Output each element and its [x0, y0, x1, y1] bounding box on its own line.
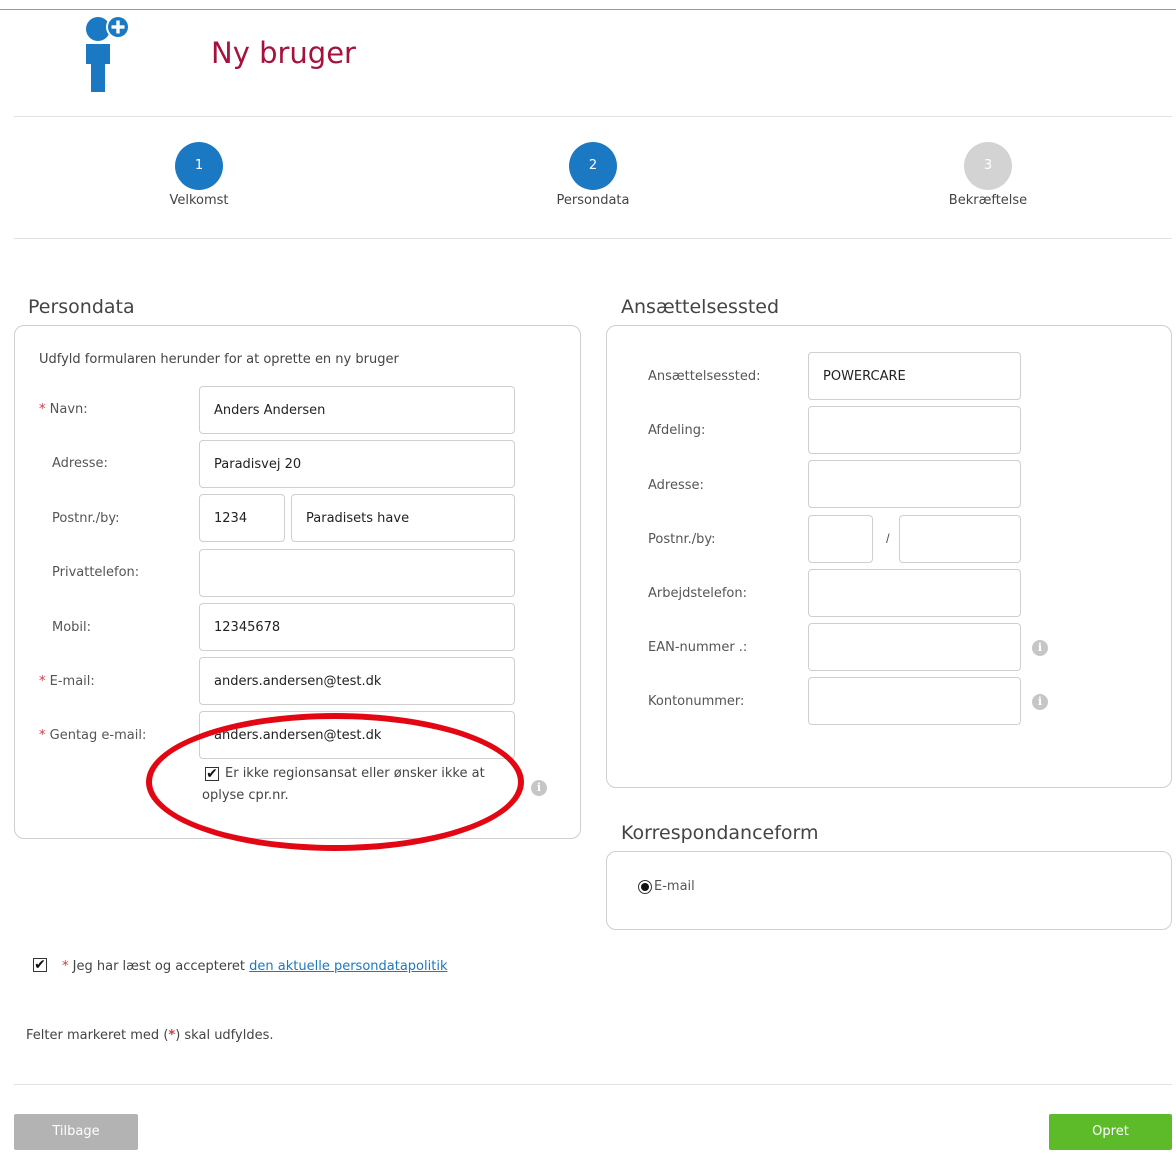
- kontonummer-label: Kontonummer:: [648, 694, 745, 709]
- info-icon[interactable]: i: [1032, 694, 1048, 710]
- top-border: [0, 9, 1176, 10]
- afdeling-input[interactable]: [808, 406, 1021, 454]
- ean-label: EAN-nummer .:: [648, 640, 748, 655]
- privacy-policy-link[interactable]: den aktuelle persondatapolitik: [249, 959, 447, 974]
- step-number: 3: [964, 142, 1012, 190]
- adresse-label: Adresse:: [52, 456, 108, 471]
- add-user-icon: [86, 15, 130, 92]
- privattelefon-label: Privattelefon:: [52, 565, 140, 580]
- postnr-label: Postnr./by:: [648, 532, 716, 547]
- ansaettelse-panel: Ansættelsessted: Afdeling: Adresse: Post…: [606, 325, 1172, 788]
- adresse-input[interactable]: [199, 440, 515, 488]
- step-label: Persondata: [556, 193, 630, 208]
- step-label: Bekræftelse: [948, 193, 1028, 208]
- back-button[interactable]: Tilbage: [14, 1114, 138, 1150]
- step-velkomst: 1 Velkomst: [119, 142, 279, 208]
- korrespondance-title: Korrespondanceform: [621, 822, 819, 844]
- consent-label: * Jeg har læst og accepteret den aktuell…: [62, 959, 448, 974]
- checkmark-icon: ✔: [34, 956, 46, 972]
- email-label: * E-mail:: [39, 674, 95, 689]
- required-footnote: Felter markeret med (*) skal udfyldes.: [26, 1028, 274, 1043]
- email-input[interactable]: [199, 657, 515, 705]
- by-input[interactable]: [291, 494, 515, 542]
- consent-checkbox[interactable]: ✔: [33, 956, 47, 972]
- step-label: Velkomst: [169, 193, 229, 208]
- form-intro: Udfyld formularen herunder for at oprett…: [39, 352, 399, 367]
- postnr-input[interactable]: [199, 494, 285, 542]
- navn-label: * Navn:: [39, 402, 88, 417]
- ansaettelse-title: Ansættelsessted: [621, 296, 780, 318]
- divider: [14, 238, 1172, 239]
- mobil-label: Mobil:: [52, 620, 92, 635]
- arbejdstelefon-input[interactable]: [808, 569, 1021, 617]
- mobil-input[interactable]: [199, 603, 515, 651]
- step-persondata: 2 Persondata: [513, 142, 673, 208]
- info-icon[interactable]: i: [531, 780, 547, 796]
- highlight-ring: [146, 713, 524, 851]
- postnr-separator: /: [886, 531, 890, 546]
- info-icon[interactable]: i: [1032, 640, 1048, 656]
- privattelefon-input[interactable]: [199, 549, 515, 597]
- divider: [14, 116, 1172, 117]
- ansaettelsessted-label: Ansættelsessted:: [648, 369, 761, 384]
- afdeling-label: Afdeling:: [648, 423, 706, 438]
- korrespondance-panel: E-mail: [606, 851, 1172, 930]
- gentag-email-label: * Gentag e-mail:: [39, 728, 147, 743]
- arbejds-adresse-input[interactable]: [808, 460, 1021, 508]
- arbejds-postnr-input[interactable]: [808, 515, 873, 563]
- step-number: 1: [175, 142, 223, 190]
- divider: [14, 1084, 1172, 1085]
- arbejdstelefon-label: Arbejdstelefon:: [648, 586, 747, 601]
- step-number: 2: [569, 142, 617, 190]
- create-button[interactable]: Opret: [1049, 1114, 1172, 1150]
- email-radio[interactable]: [638, 880, 652, 894]
- arbejds-by-input[interactable]: [899, 515, 1021, 563]
- page-title: Ny bruger: [211, 36, 356, 70]
- email-radio-label: E-mail: [654, 879, 695, 894]
- ansaettelsessted-input[interactable]: [808, 352, 1021, 400]
- postnr-label: Postnr./by:: [52, 511, 120, 526]
- adresse-label: Adresse:: [648, 478, 704, 493]
- kontonummer-input[interactable]: [808, 677, 1021, 725]
- step-bekraeftelse: 3 Bekræftelse: [908, 142, 1068, 208]
- ean-input[interactable]: [808, 623, 1021, 671]
- persondata-title: Persondata: [28, 296, 135, 318]
- navn-input[interactable]: [199, 386, 515, 434]
